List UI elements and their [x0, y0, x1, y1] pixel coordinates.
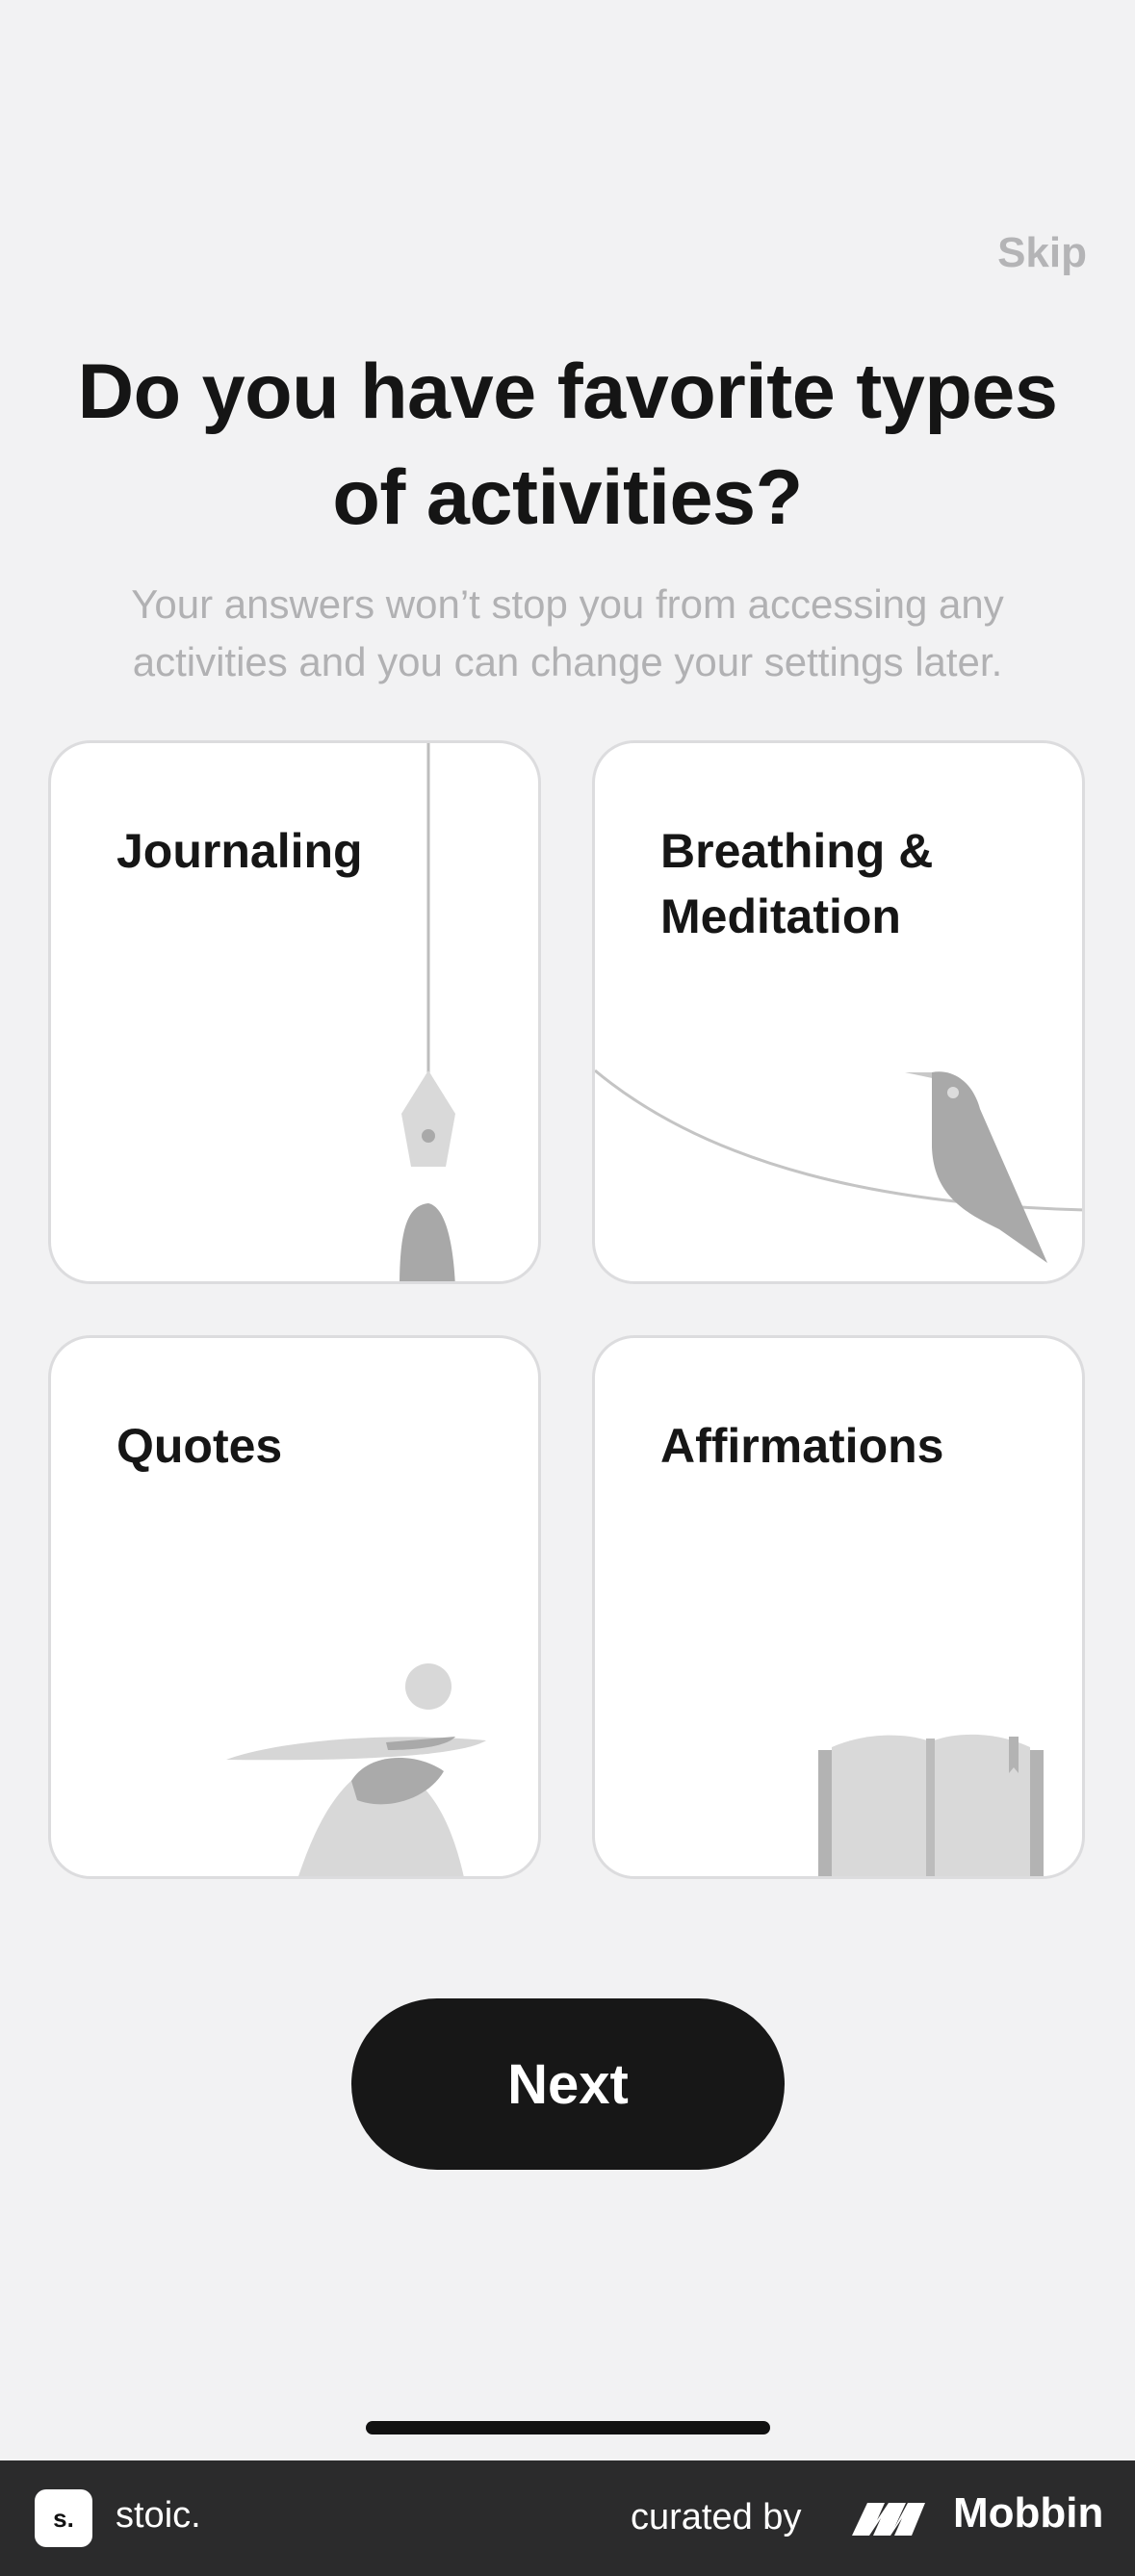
bird-icon	[595, 1069, 1082, 1263]
activity-card-breathing-meditation[interactable]: Breathing & Meditation	[592, 740, 1085, 1284]
balance-figure-icon	[226, 1663, 486, 1876]
activity-card-quotes[interactable]: Quotes	[48, 1335, 541, 1879]
skip-button[interactable]: Skip	[997, 229, 1087, 277]
page-title: Do you have favorite types of activities…	[77, 348, 1058, 541]
page-subtitle: Your answers won’t stop you from accessi…	[131, 581, 1004, 684]
brand-name: Mobbin	[953, 2489, 1104, 2537]
home-indicator	[366, 2421, 770, 2434]
book-icon	[818, 1734, 1044, 1876]
activity-card-journaling[interactable]: Journaling	[48, 740, 541, 1284]
mobbin-logo-icon	[852, 2503, 925, 2536]
curated-by-label: curated by	[631, 2497, 802, 2537]
onboarding-screen: Skip Do you have favorite types of activ…	[0, 0, 1135, 2460]
app-logo: s.	[35, 2489, 92, 2547]
activity-card-affirmations[interactable]: Affirmations	[592, 1335, 1085, 1879]
app-name: stoic.	[116, 2495, 201, 2536]
next-button[interactable]: Next	[351, 1998, 785, 2170]
footer-bar: s. stoic. curated by Mobbin	[0, 2460, 1135, 2576]
pen-nib-icon	[400, 743, 455, 1281]
